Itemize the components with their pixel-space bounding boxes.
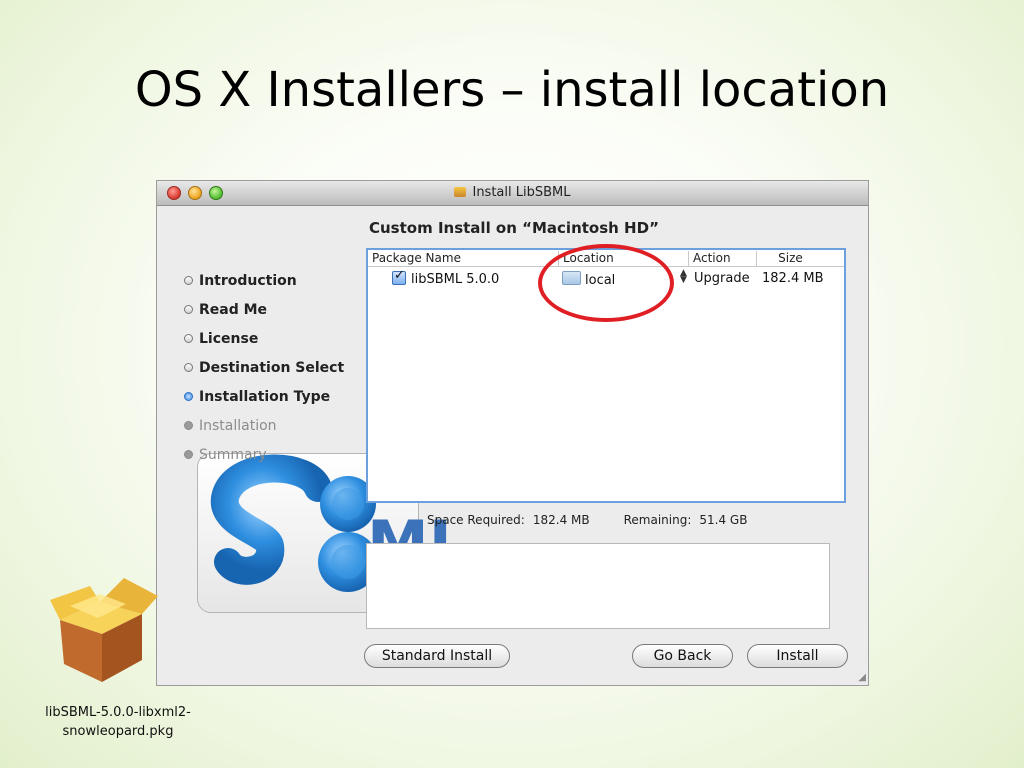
package-icon: [454, 187, 467, 197]
installer-window: Install LibSBML Introduction Read Me Lic…: [156, 180, 869, 686]
space-required-value: 182.4 MB: [532, 513, 590, 527]
step-bullet-icon: [184, 305, 193, 314]
standard-install-button[interactable]: Standard Install: [364, 644, 510, 668]
step-label: Destination Select: [199, 360, 345, 376]
size-cell: 182.4 MB: [762, 271, 824, 286]
action-cell: Upgrade: [694, 271, 750, 286]
package-file-icon[interactable]: [50, 572, 160, 690]
step-label: Introduction: [199, 273, 297, 289]
step-bullet-icon: [184, 334, 193, 343]
go-back-button[interactable]: Go Back: [632, 644, 733, 668]
step-license: License: [184, 331, 344, 360]
step-bullet-icon: [184, 421, 193, 430]
step-read-me: Read Me: [184, 302, 344, 331]
column-header-size[interactable]: Size: [756, 251, 820, 266]
package-file-label[interactable]: libSBML-5.0.0-libxml2- snowleopard.pkg: [18, 703, 218, 741]
step-label: License: [199, 331, 259, 347]
step-destination-select: Destination Select: [184, 360, 344, 389]
resize-grip-icon[interactable]: ◢: [858, 672, 866, 683]
space-summary: Space Required: 182.4 MB Remaining: 51.4 GB: [427, 513, 747, 527]
install-button[interactable]: Install: [747, 644, 848, 668]
package-name: libSBML 5.0.0: [411, 272, 500, 287]
column-header-package-name[interactable]: Package Name: [368, 251, 558, 266]
step-bullet-icon: [184, 363, 193, 372]
step-bullet-icon: [184, 276, 193, 285]
step-installation-type: Installation Type: [184, 389, 344, 418]
package-description-box: [366, 543, 830, 629]
package-name-cell: libSBML 5.0.0: [392, 268, 500, 287]
step-installation: Installation: [184, 418, 344, 447]
step-label: Installation: [199, 418, 277, 434]
title-bar[interactable]: Install LibSBML: [157, 181, 868, 206]
slide-title: OS X Installers – install location: [134, 62, 890, 118]
remaining-value: 51.4 GB: [699, 513, 748, 527]
step-summary: Summary: [184, 447, 344, 476]
highlight-circle: [538, 244, 674, 322]
space-required-label: Space Required:: [427, 513, 525, 527]
window-title: Install LibSBML: [157, 185, 868, 200]
package-file-name-line2: snowleopard.pkg: [62, 724, 174, 739]
step-label: Installation Type: [199, 389, 331, 405]
step-label: Summary: [199, 447, 267, 463]
step-bullet-icon: [184, 450, 193, 459]
step-label: Read Me: [199, 302, 268, 318]
column-header-action[interactable]: Action: [688, 251, 756, 266]
installer-steps: Introduction Read Me License Destination…: [184, 273, 344, 476]
step-introduction: Introduction: [184, 273, 344, 302]
package-file-name-line1: libSBML-5.0.0-libxml2-: [45, 705, 191, 720]
window-title-text: Install LibSBML: [472, 185, 571, 200]
box-icon: [50, 578, 158, 682]
location-stepper-icon[interactable]: ▲ ▼: [680, 269, 687, 285]
remaining-label: Remaining:: [623, 513, 692, 527]
custom-install-heading: Custom Install on “Macintosh HD”: [369, 219, 659, 237]
step-bullet-icon: [184, 392, 193, 401]
package-checkbox[interactable]: [392, 268, 406, 285]
